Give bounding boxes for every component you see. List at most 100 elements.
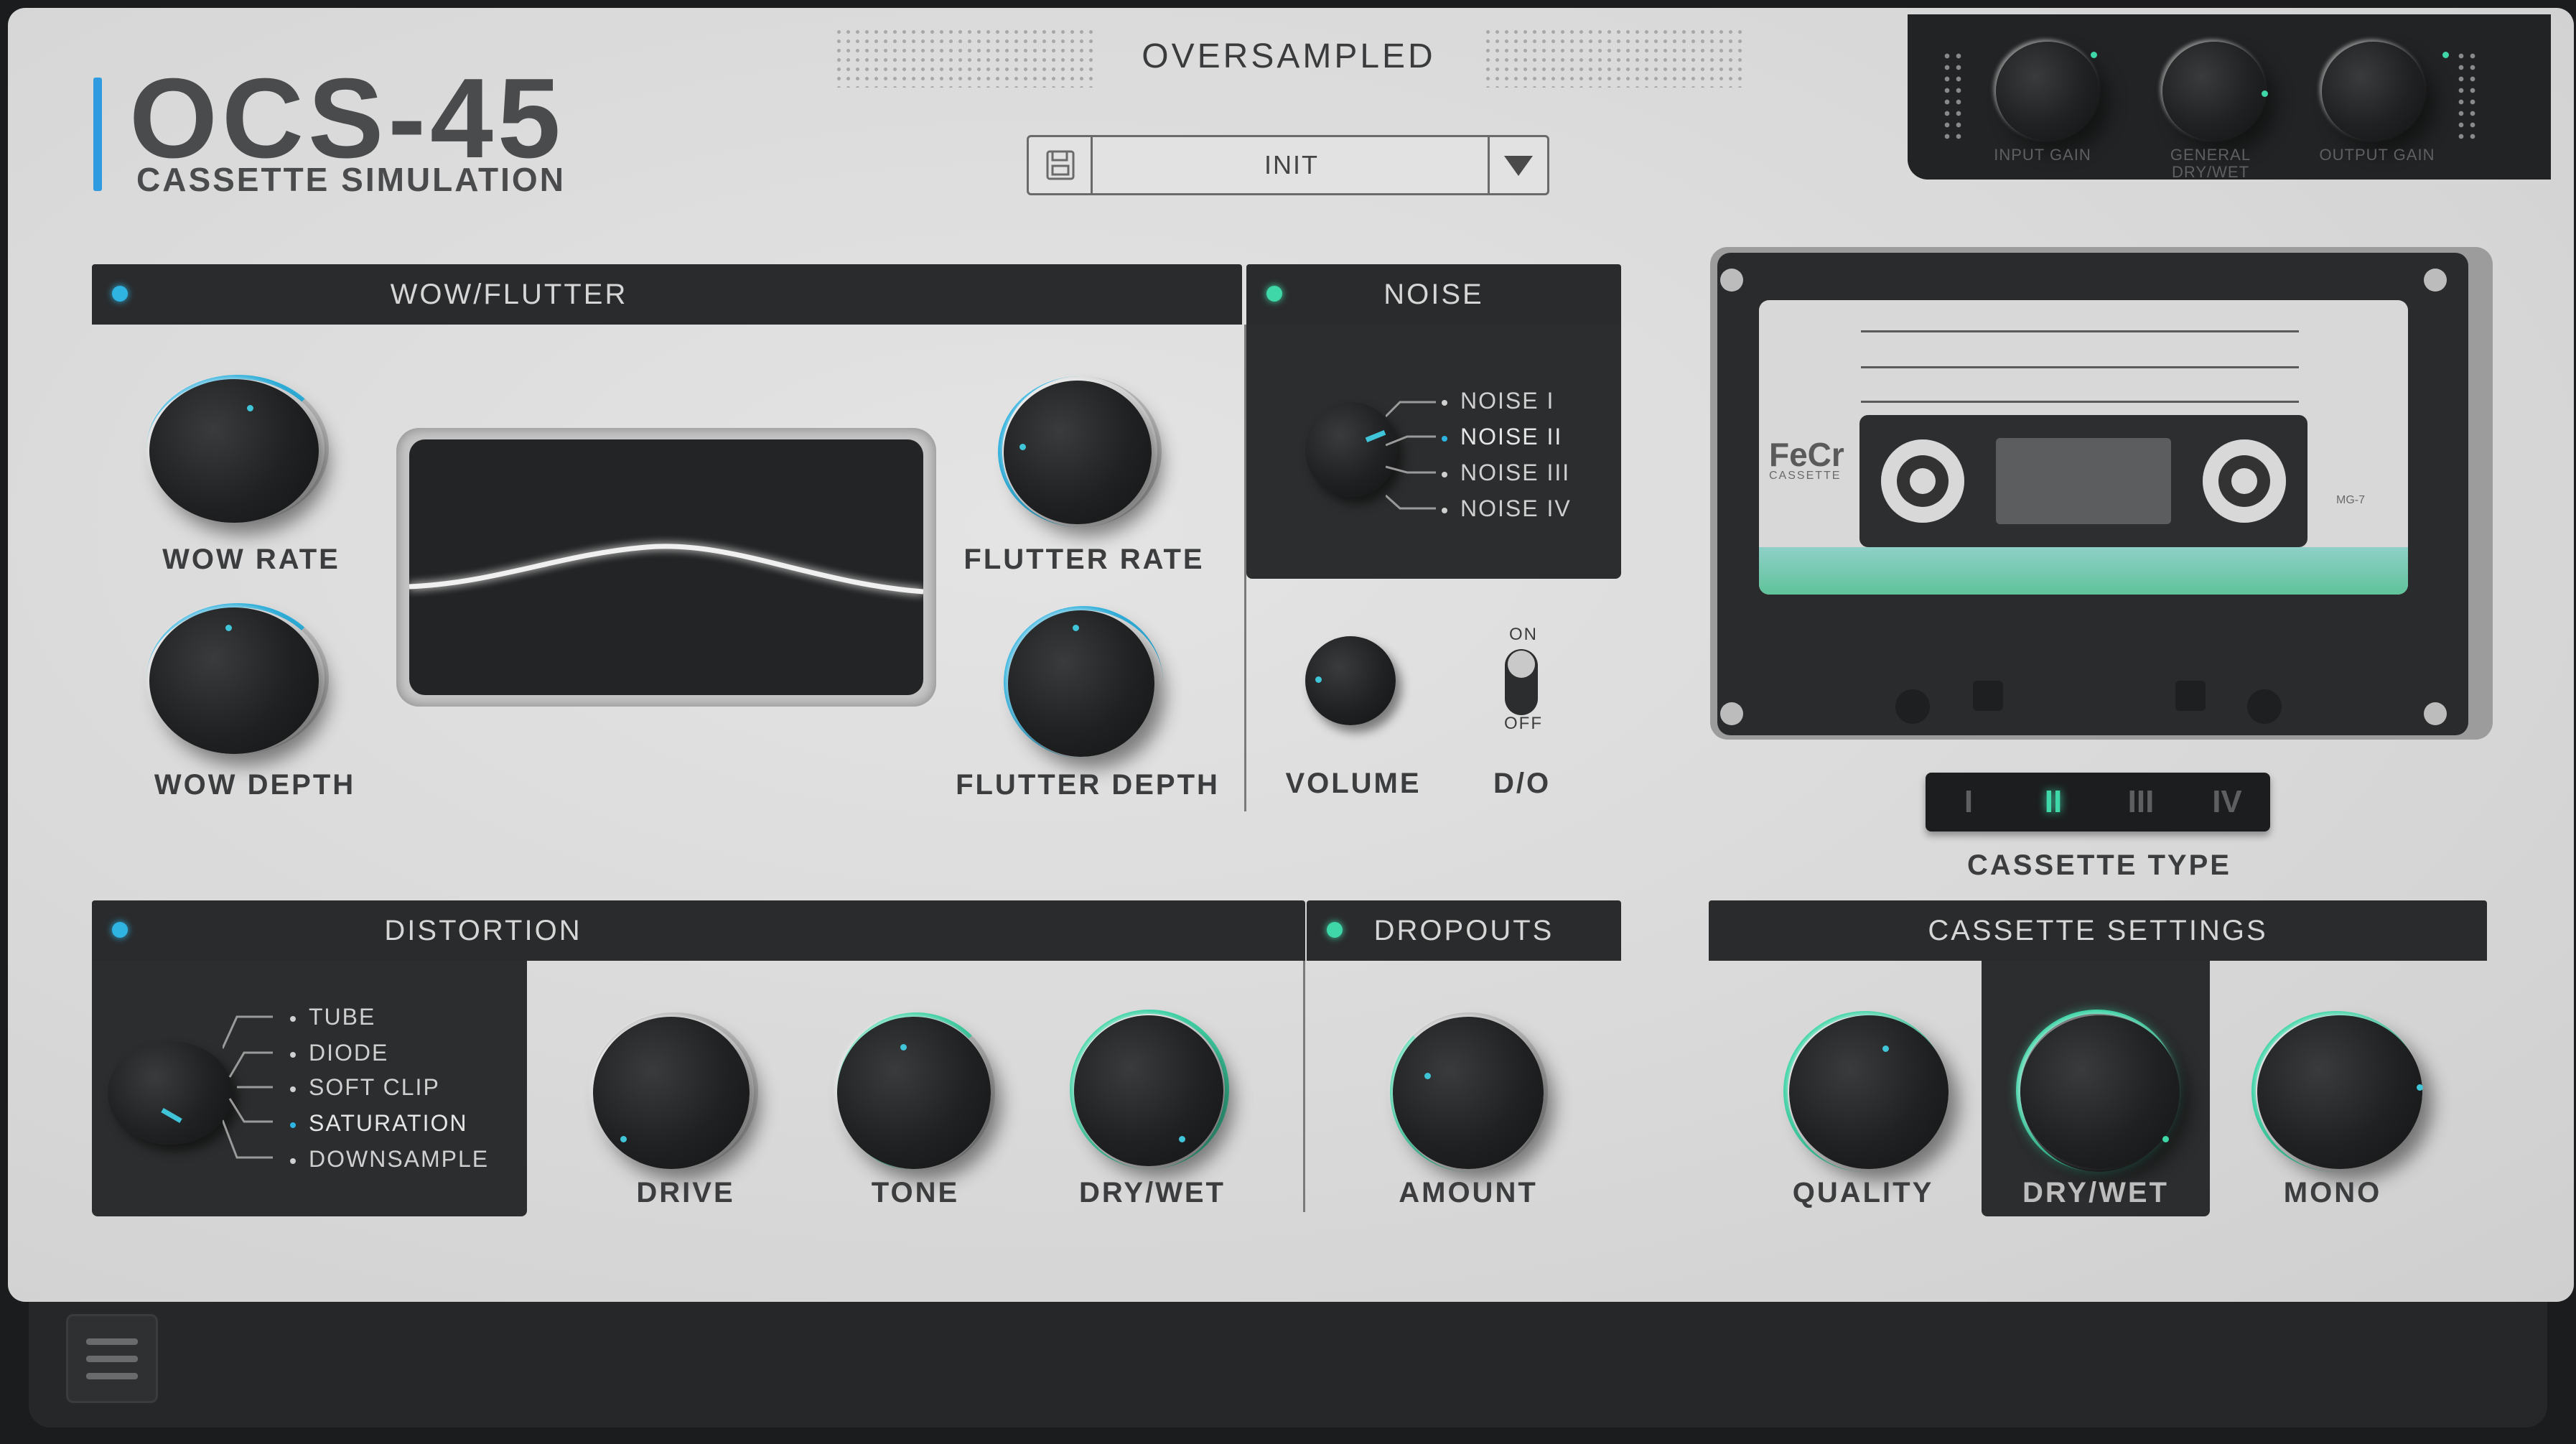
- cassette-type-2[interactable]: II: [2013, 778, 2094, 826]
- noise-option-4-label: NOISE IV: [1460, 495, 1572, 521]
- output-gain-knob[interactable]: [2322, 42, 2425, 141]
- noise-option-1[interactable]: NOISE I: [1442, 386, 1554, 415]
- dropouts-header: DROPOUTS: [1307, 900, 1621, 961]
- preset-selector[interactable]: INIT: [1027, 135, 1549, 195]
- noise-title: NOISE: [1383, 279, 1484, 310]
- oversampled-toggle[interactable]: OVERSAMPLED: [1109, 32, 1468, 82]
- flutter-rate-label: FLUTTER RATE: [963, 544, 1205, 575]
- wow-flutter-title: WOW/FLUTTER: [390, 279, 628, 310]
- output-gain-indicator: [2442, 52, 2449, 58]
- flutter-depth-knob[interactable]: [1008, 610, 1154, 757]
- quality-knob[interactable]: [1789, 1015, 1949, 1169]
- cassette-label-line-3: [1861, 401, 2299, 403]
- cassette-type-4[interactable]: IV: [2187, 778, 2267, 826]
- save-preset-button[interactable]: [1029, 137, 1093, 193]
- distortion-option-4[interactable]: SATURATION: [290, 1109, 467, 1137]
- drive-knob[interactable]: [593, 1017, 750, 1169]
- distortion-option-2[interactable]: DIODE: [290, 1038, 388, 1067]
- noise-led[interactable]: [1266, 286, 1282, 302]
- wow-rate-label: WOW RATE: [162, 544, 340, 575]
- noise-volume-indicator: [1315, 676, 1322, 683]
- cassette-drywet-indicator: [2162, 1136, 2169, 1142]
- distortion-option-5-bullet: [290, 1157, 296, 1164]
- tone-label: TONE: [871, 1177, 960, 1208]
- cassette-type-selector[interactable]: I II III IV: [1926, 773, 2270, 832]
- mono-label: MONO: [2283, 1177, 2382, 1208]
- noise-option-2-bullet: [1442, 435, 1447, 442]
- amount-label: AMOUNT: [1399, 1177, 1538, 1208]
- dropouts-title: DROPOUTS: [1373, 915, 1554, 946]
- noise-option-3[interactable]: NOISE III: [1442, 458, 1570, 487]
- distortion-type-knob[interactable]: [108, 1041, 233, 1145]
- noise-option-3-label: NOISE III: [1460, 460, 1571, 485]
- noise-option-4[interactable]: NOISE IV: [1442, 494, 1572, 523]
- floppy-disk-icon: [1046, 150, 1075, 180]
- cassette-hole-2: [1973, 681, 2003, 711]
- waveform-curve: [409, 544, 923, 595]
- wow-depth-knob[interactable]: [149, 607, 319, 754]
- hamburger-line-2: [86, 1356, 138, 1362]
- noise-option-2-label: NOISE II: [1460, 424, 1563, 449]
- noise-option-1-label: NOISE I: [1460, 388, 1555, 414]
- flutter-rate-indicator: [1019, 444, 1026, 450]
- distortion-led[interactable]: [112, 922, 128, 938]
- noise-option-2[interactable]: NOISE II: [1442, 422, 1562, 451]
- cassette-screw-bl: [1720, 702, 1743, 725]
- cassette-screw-br: [2424, 702, 2447, 725]
- quality-indicator: [1882, 1045, 1889, 1052]
- distortion-option-5[interactable]: DOWNSAMPLE: [290, 1145, 489, 1173]
- distortion-drywet-indicator: [1179, 1136, 1185, 1142]
- cassette-tape-window: [1996, 438, 2171, 524]
- waveform-screen: [409, 439, 923, 695]
- cassette-label-line-2: [1861, 366, 2299, 368]
- noise-option-lines: [1386, 401, 1436, 510]
- cassette-brand: FeCr: [1769, 436, 1844, 473]
- cassette-label: FeCr CASSETTE MG-7: [1759, 300, 2408, 595]
- tone-indicator: [900, 1044, 907, 1051]
- distortion-option-1[interactable]: TUBE: [290, 1002, 375, 1031]
- cassette-screw-tr: [2424, 269, 2447, 292]
- dropouts-divider: [1303, 961, 1305, 1212]
- speaker-grille-right: [1483, 27, 1745, 88]
- preset-name[interactable]: INIT: [1091, 137, 1493, 193]
- wow-rate-knob[interactable]: [149, 379, 319, 523]
- menu-button[interactable]: [66, 1314, 158, 1403]
- input-gain-knob[interactable]: [1996, 42, 2099, 141]
- distortion-option-5-label: DOWNSAMPLE: [309, 1146, 490, 1172]
- wow-depth-indicator: [225, 625, 232, 631]
- amount-knob[interactable]: [1393, 1017, 1544, 1169]
- drive-indicator: [620, 1136, 627, 1142]
- wow-flutter-led[interactable]: [112, 286, 128, 302]
- noise-type-knob[interactable]: [1305, 402, 1397, 497]
- distortion-option-3[interactable]: SOFT CLIP: [290, 1073, 440, 1101]
- distortion-drywet-knob[interactable]: [1074, 1015, 1223, 1166]
- dots-decoration-right: [2455, 50, 2478, 144]
- general-drywet-knob[interactable]: [2162, 42, 2266, 141]
- flutter-rate-knob[interactable]: [1004, 381, 1152, 524]
- cassette-settings-header: CASSETTE SETTINGS: [1709, 900, 2487, 961]
- do-label: D/O: [1493, 768, 1551, 799]
- cassette-type-1[interactable]: I: [1928, 778, 2009, 826]
- cassette-reel-right: [2203, 439, 2286, 523]
- quality-label: QUALITY: [1792, 1177, 1934, 1208]
- speaker-grille-left: [834, 27, 1096, 88]
- do-toggle-thumb: [1508, 651, 1535, 678]
- cassette-hole-3: [2175, 681, 2206, 711]
- distortion-option-1-bullet: [290, 1015, 296, 1022]
- preset-dropdown-button[interactable]: [1488, 137, 1547, 193]
- cassette-hole-1: [1895, 689, 1930, 724]
- cassette-type-3[interactable]: III: [2101, 778, 2181, 826]
- cassette-window: [1859, 415, 2307, 547]
- distortion-option-1-label: TUBE: [309, 1004, 376, 1030]
- distortion-option-4-label: SATURATION: [309, 1110, 468, 1136]
- cassette-drywet-knob[interactable]: [2020, 1015, 2180, 1169]
- brand-subtitle: CASSETTE SIMULATION: [136, 161, 566, 198]
- tone-knob[interactable]: [837, 1017, 991, 1169]
- noise-option-3-bullet: [1442, 471, 1447, 478]
- mono-knob[interactable]: [2257, 1015, 2422, 1169]
- wow-depth-label: WOW DEPTH: [154, 769, 356, 801]
- brand-accent-bar: [93, 78, 102, 191]
- noise-volume-label: VOLUME: [1285, 768, 1422, 799]
- cassette-type-label: CASSETTE TYPE: [1967, 849, 2231, 881]
- dropouts-led[interactable]: [1327, 922, 1343, 938]
